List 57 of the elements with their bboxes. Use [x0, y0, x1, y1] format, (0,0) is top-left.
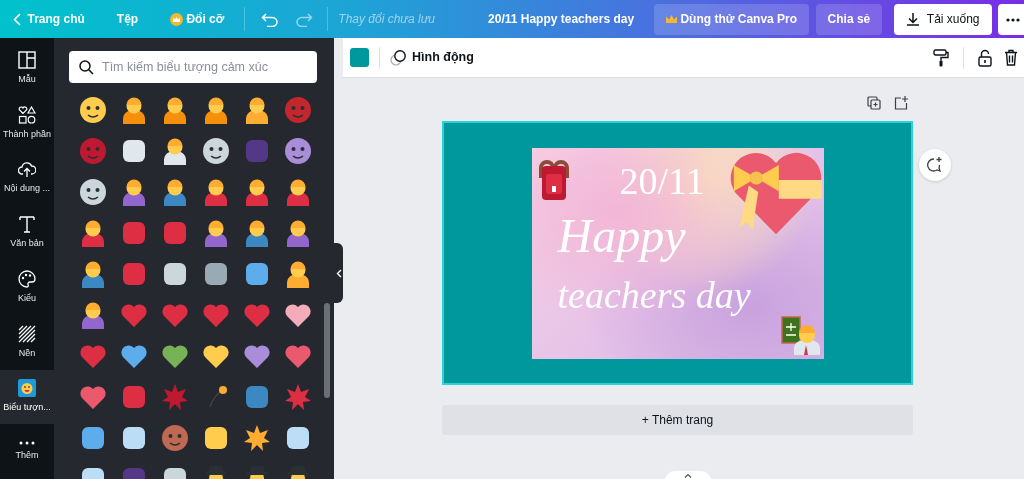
more-icon: [1006, 17, 1020, 22]
lock-button[interactable]: [977, 48, 992, 67]
crown-icon: [666, 14, 678, 24]
undo-icon: [261, 12, 280, 27]
canva-pro-button[interactable]: Dùng thử Canva Pro: [654, 3, 810, 35]
sidebar-item[interactable]: Mẫu: [0, 41, 54, 97]
sidebar-item[interactable]: Thành phần: [0, 96, 54, 151]
backpack-icon[interactable]: [536, 157, 571, 203]
sidebar-item[interactable]: Biểu tượn...: [0, 369, 54, 425]
back-icon: [13, 12, 21, 26]
crown-icon: [170, 12, 184, 26]
face-icon[interactable]: [283, 136, 312, 165]
padlock-icon: [977, 48, 992, 67]
sidebar-item[interactable]: Nội dung ...: [0, 150, 54, 206]
copy-style-button[interactable]: [932, 48, 949, 67]
download-icon: [906, 12, 921, 27]
search-icon: [79, 60, 94, 76]
teacher-icon[interactable]: [780, 314, 821, 355]
share-button[interactable]: Chia sẻ: [815, 3, 883, 35]
add-page-icon: [894, 96, 908, 111]
scrollbar[interactable]: [324, 303, 330, 399]
add-comment-button[interactable]: [919, 149, 951, 182]
add-page-button[interactable]: + Thêm trang: [442, 405, 913, 436]
trash-icon: [1003, 49, 1018, 67]
download-button[interactable]: Tải xuống: [894, 3, 992, 35]
save-status: Thay đổi chưa lưu: [338, 11, 435, 29]
text-icon: [18, 215, 36, 234]
redo-icon: [295, 12, 314, 27]
face-icon[interactable]: [78, 95, 107, 124]
collapse-panel-button[interactable]: [334, 243, 343, 304]
chevron-left-icon: [336, 269, 342, 278]
search-field[interactable]: Tìm kiếm biểu tượng cảm xúc: [69, 51, 317, 84]
layout-icon: [18, 51, 36, 70]
stripes-icon: [18, 324, 36, 343]
duplicate-icon: [867, 96, 881, 111]
sidebar-item[interactable]: Văn bản: [0, 205, 54, 261]
palette-icon: [18, 269, 36, 288]
document-title[interactable]: 20/11 Happy teachers day: [488, 10, 635, 29]
face-icon[interactable]: [201, 136, 230, 165]
undo-button[interactable]: [261, 10, 280, 29]
delete-button[interactable]: [1003, 49, 1018, 67]
more-icon: [18, 440, 36, 445]
color-swatch[interactable]: [349, 48, 369, 68]
circles-icon: [389, 49, 406, 66]
paint-roller-icon: [932, 48, 949, 67]
face-icon[interactable]: [78, 177, 107, 206]
emoji-icon: [18, 379, 36, 398]
more-button[interactable]: [998, 3, 1024, 35]
sidebar-item[interactable]: Thêm: [0, 424, 54, 479]
burst-icon[interactable]: [242, 423, 271, 452]
shapes-icon: [18, 105, 36, 124]
cloud-upload-icon: [18, 160, 36, 179]
caret-up-icon: [684, 473, 692, 478]
animate-button[interactable]: Hình động: [389, 48, 474, 68]
sidebar-item[interactable]: Nền: [0, 314, 54, 370]
comment-icon: [927, 157, 943, 174]
sidebar-item[interactable]: Kiểu: [0, 260, 54, 315]
